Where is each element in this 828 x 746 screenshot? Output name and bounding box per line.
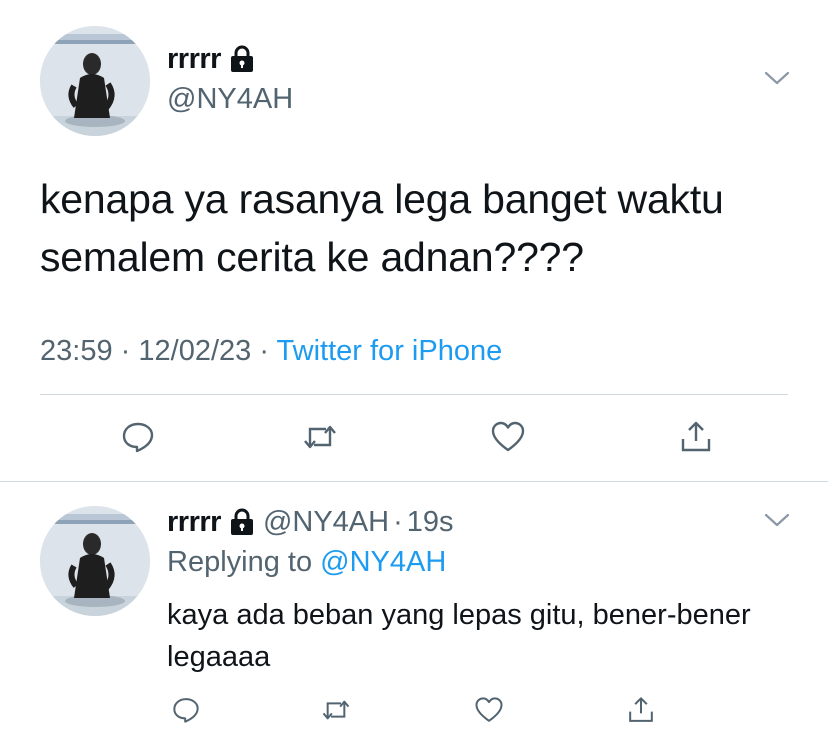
- tweet-text: kenapa ya rasanya lega banget waktu sema…: [40, 176, 724, 280]
- avatar-image: [40, 506, 150, 616]
- retweet-icon: [322, 700, 350, 720]
- chevron-down-icon[interactable]: [764, 512, 790, 528]
- replying-mention[interactable]: @NY4AH: [320, 546, 446, 578]
- share-icon: [629, 697, 653, 722]
- replying-to: Replying to @NY4AH: [167, 543, 446, 581]
- tweet-source[interactable]: Twitter for iPhone: [277, 335, 503, 367]
- heart-icon: [475, 697, 503, 722]
- retweet-icon: [304, 425, 336, 449]
- display-name[interactable]: rrrrr: [167, 503, 221, 541]
- meta-separator: ·: [120, 335, 131, 367]
- tweet-text: kaya ada beban yang lepas gitu, bener-be…: [167, 599, 751, 673]
- chevron-down-icon[interactable]: [764, 70, 790, 86]
- replying-label: Replying to: [167, 546, 313, 578]
- avatar[interactable]: [40, 506, 150, 616]
- reply-author-row: rrrrr @NY4AH · 19s: [167, 503, 454, 541]
- share-button[interactable]: [676, 417, 716, 457]
- retweet-button[interactable]: [300, 417, 340, 457]
- share-icon: [681, 421, 711, 452]
- avatar[interactable]: [40, 26, 150, 136]
- meta-separator: ·: [393, 506, 403, 538]
- lock-icon: [229, 45, 255, 73]
- divider: [0, 481, 828, 482]
- main-tweet: rrrrr @NY4AH kenapa ya rasanya lega bang…: [0, 0, 828, 480]
- tweet-meta: 23:59 · 12/02/23 · Twitter for iPhone: [40, 332, 502, 370]
- share-button[interactable]: [621, 690, 661, 730]
- author-handle[interactable]: @NY4AH: [263, 503, 389, 541]
- author-row: rrrrr: [167, 42, 255, 76]
- like-button[interactable]: [469, 690, 509, 730]
- comment-icon: [173, 698, 199, 723]
- comment-icon: [122, 422, 154, 453]
- author-handle[interactable]: @NY4AH: [167, 80, 293, 118]
- reply-button[interactable]: [166, 690, 206, 730]
- reply-button[interactable]: [118, 417, 158, 457]
- like-button[interactable]: [488, 417, 528, 457]
- lock-icon: [229, 508, 255, 536]
- tweet-time[interactable]: 19s: [407, 503, 454, 541]
- retweet-button[interactable]: [316, 690, 356, 730]
- tweet-time[interactable]: 23:59: [40, 335, 113, 367]
- meta-separator: ·: [259, 335, 269, 367]
- heart-icon: [491, 421, 525, 452]
- tweet-date[interactable]: 12/02/23: [138, 335, 251, 367]
- avatar-image: [40, 26, 150, 136]
- divider: [40, 394, 788, 395]
- display-name[interactable]: rrrrr: [167, 42, 221, 76]
